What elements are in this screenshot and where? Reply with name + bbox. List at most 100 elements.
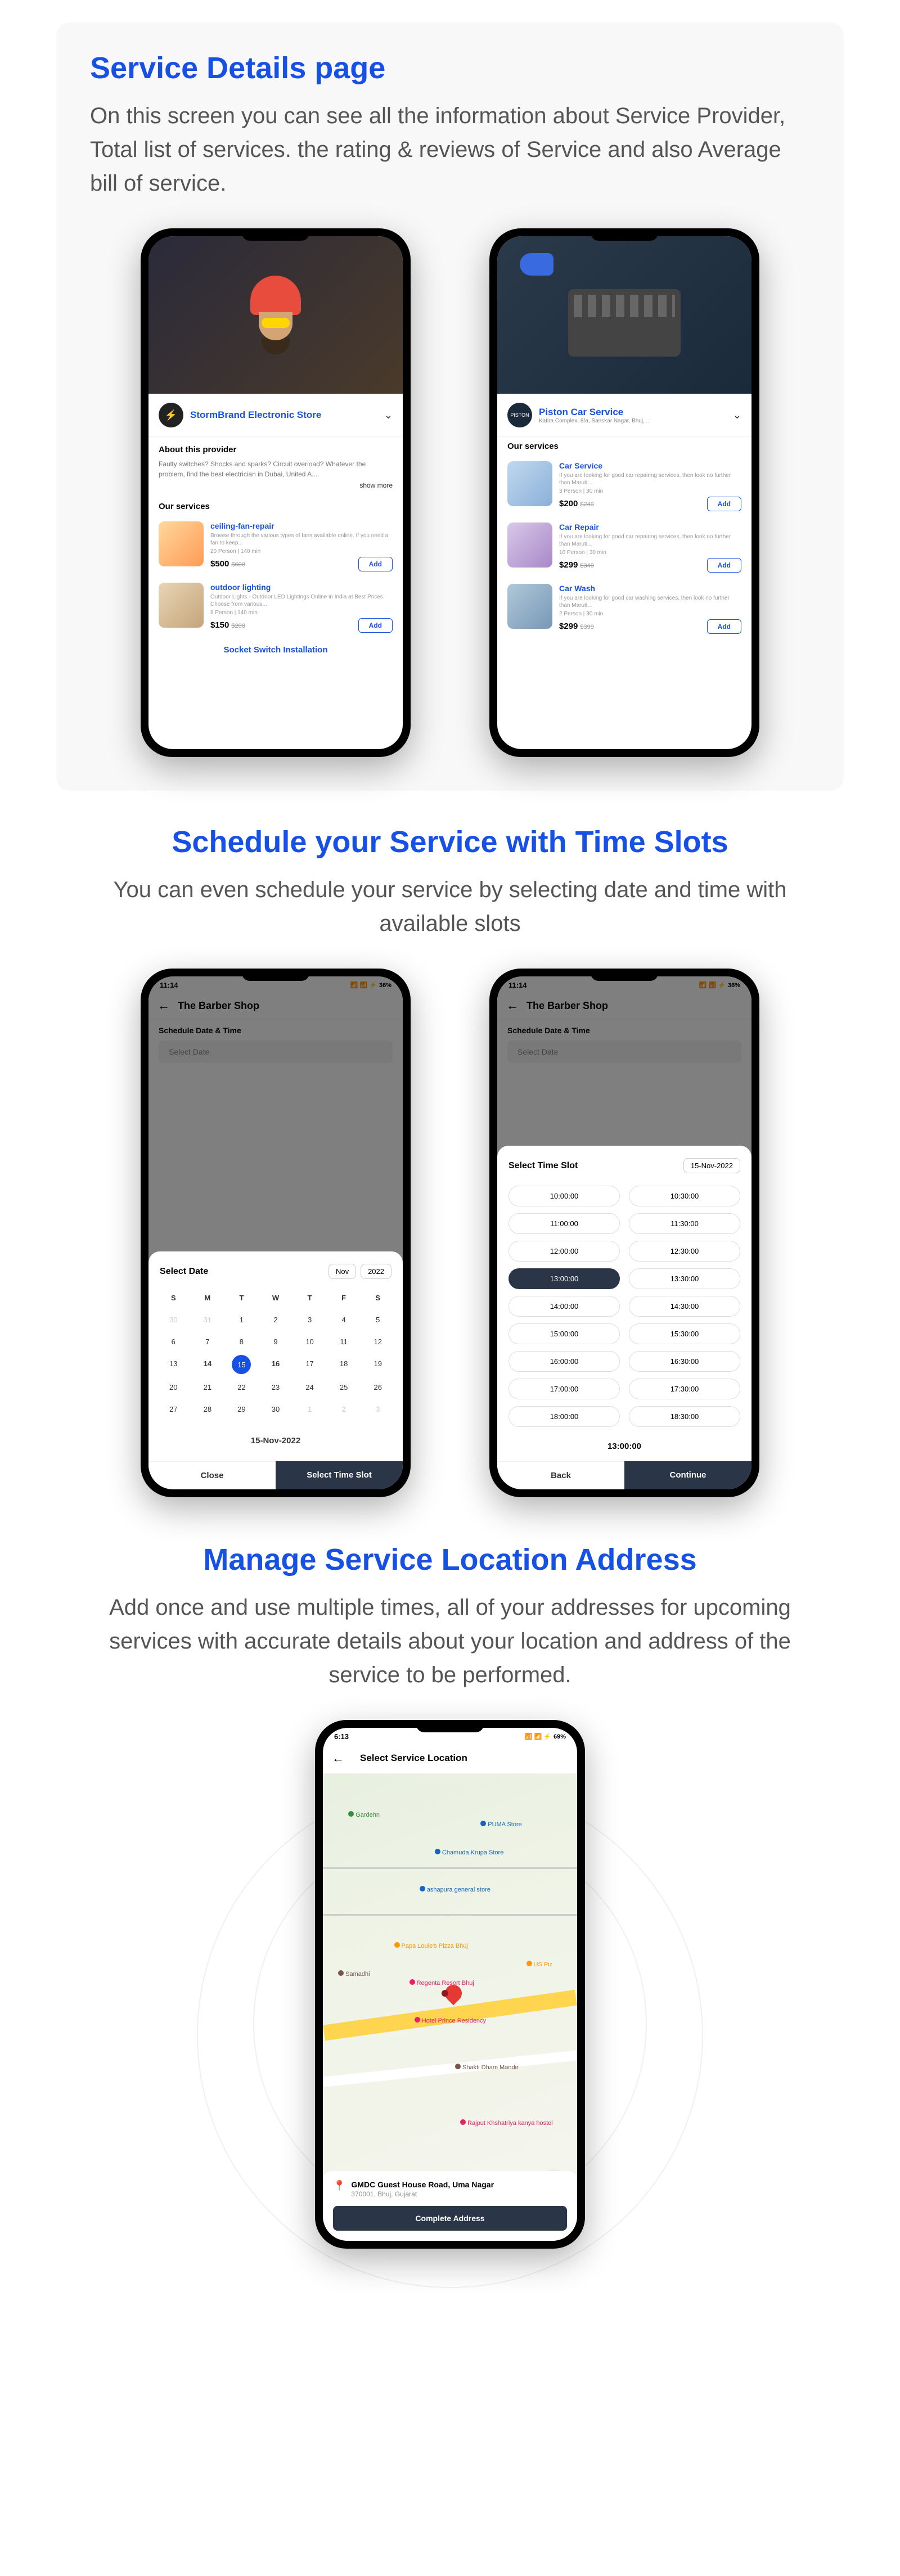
selected-time-display: 13:00:00 (497, 1431, 752, 1461)
chevron-down-icon[interactable]: ⌄ (384, 409, 393, 421)
service-card[interactable]: Car Service If you are looking for good … (497, 456, 752, 517)
year-selector[interactable]: 2022 (361, 1264, 392, 1279)
time-slot-option[interactable]: 17:30:00 (629, 1379, 740, 1399)
map-poi-label[interactable]: Hotel Prince Residency (415, 2017, 486, 2024)
time-slot-option[interactable]: 10:00:00 (508, 1186, 620, 1206)
calendar-day-cell[interactable]: 18 (327, 1353, 361, 1376)
time-slot-option[interactable]: 12:30:00 (629, 1241, 740, 1262)
time-slot-option[interactable]: 14:30:00 (629, 1296, 740, 1317)
calendar-day-cell[interactable]: 16 (259, 1353, 293, 1376)
phone-service-details-1: ⚡ StormBrand Electronic Store ⌄ About th… (141, 228, 411, 757)
time-slot-option[interactable]: 15:30:00 (629, 1323, 740, 1344)
calendar-day-cell[interactable]: 5 (361, 1309, 395, 1331)
calendar-day-cell[interactable]: 2 (327, 1398, 361, 1420)
date-chip[interactable]: 15-Nov-2022 (683, 1158, 740, 1173)
calendar-day-cell[interactable]: 23 (259, 1376, 293, 1398)
calendar-day-cell[interactable]: 6 (156, 1331, 191, 1353)
map-poi-label[interactable]: Shakti Dham Mandir (455, 2064, 519, 2071)
calendar-day-cell[interactable]: 10 (292, 1331, 327, 1353)
complete-address-button[interactable]: Complete Address (333, 2206, 567, 2231)
map-canvas[interactable]: PUMA Store Chamuda Krupa Store ashapura … (323, 1774, 577, 2241)
calendar-day-cell[interactable]: 14 (191, 1353, 225, 1376)
time-slot-option[interactable]: 12:00:00 (508, 1241, 620, 1262)
time-slot-option[interactable]: 11:30:00 (629, 1213, 740, 1234)
select-time-slot-button[interactable]: Select Time Slot (276, 1461, 403, 1489)
time-slot-option[interactable]: 15:00:00 (508, 1323, 620, 1344)
calendar-day-cell[interactable]: 9 (259, 1331, 293, 1353)
weekday-label: F (327, 1290, 361, 1305)
time-slot-option[interactable]: 18:30:00 (629, 1406, 740, 1427)
time-slot-grid: 10:00:00 10:30:00 11:00:00 11:30:00 12:00:00… (497, 1181, 752, 1431)
month-selector[interactable]: Nov (328, 1264, 356, 1279)
time-slot-option[interactable]: 11:00:00 (508, 1213, 620, 1234)
calendar-day-cell[interactable]: 30 (259, 1398, 293, 1420)
calendar-day-cell[interactable]: 20 (156, 1376, 191, 1398)
calendar-day-cell[interactable]: 31 (191, 1309, 225, 1331)
back-arrow-icon[interactable]: ← (332, 1751, 344, 1766)
calendar-day-cell[interactable]: 15 (232, 1355, 251, 1374)
service-card[interactable]: outdoor lighting Outdoor Lights - Outdoo… (148, 577, 403, 638)
calendar-day-cell[interactable]: 1 (224, 1309, 259, 1331)
add-button[interactable]: Add (707, 497, 741, 511)
calendar-day-cell[interactable]: 19 (361, 1353, 395, 1376)
service-thumbnail (159, 521, 204, 566)
service-card[interactable]: Car Wash If you are looking for good car… (497, 578, 752, 640)
calendar-day-cell[interactable]: 29 (224, 1398, 259, 1420)
add-button[interactable]: Add (707, 619, 741, 634)
calendar-day-cell[interactable]: 27 (156, 1398, 191, 1420)
calendar-day-cell[interactable]: 4 (327, 1309, 361, 1331)
map-poi-label[interactable]: Papa Louie's Pizza Bhuj (394, 1942, 468, 1949)
calendar-day-cell[interactable]: 21 (191, 1376, 225, 1398)
calendar-day-cell[interactable]: 26 (361, 1376, 395, 1398)
chevron-down-icon[interactable]: ⌄ (733, 409, 741, 421)
calendar-day-cell[interactable]: 24 (292, 1376, 327, 1398)
map-poi-label[interactable]: Chamuda Krupa Store (435, 1849, 503, 1856)
calendar-day-cell[interactable]: 7 (191, 1331, 225, 1353)
time-slot-option[interactable]: 16:00:00 (508, 1351, 620, 1372)
map-header: ← Select Service Location (323, 1743, 577, 1774)
add-button[interactable]: Add (358, 618, 393, 633)
add-button[interactable]: Add (707, 558, 741, 573)
close-button[interactable]: Close (148, 1461, 276, 1489)
service-thumbnail (507, 523, 552, 568)
time-slot-option[interactable]: 13:30:00 (629, 1268, 740, 1289)
map-poi-label[interactable]: Samadhi (338, 1970, 370, 1978)
calendar-day-cell[interactable]: 30 (156, 1309, 191, 1331)
service-card[interactable]: Car Repair If you are looking for good c… (497, 517, 752, 578)
map-pin-icon[interactable] (436, 1985, 453, 2007)
map-poi-label[interactable]: ashapura general store (420, 1886, 490, 1893)
provider-header[interactable]: PISTON Piston Car Service Katira Complex… (497, 394, 752, 437)
time-slot-option[interactable]: 17:00:00 (508, 1379, 620, 1399)
calendar-day-cell[interactable]: 13 (156, 1353, 191, 1376)
calendar-day-cell[interactable]: 25 (327, 1376, 361, 1398)
calendar-day-cell[interactable]: 12 (361, 1331, 395, 1353)
time-slot-option[interactable]: 16:30:00 (629, 1351, 740, 1372)
calendar-day-cell[interactable]: 17 (292, 1353, 327, 1376)
provider-header[interactable]: ⚡ StormBrand Electronic Store ⌄ (148, 394, 403, 437)
calendar-day-cell[interactable]: 3 (292, 1309, 327, 1331)
time-slot-option[interactable]: 13:00:00 (508, 1268, 620, 1289)
time-slot-option[interactable]: 18:00:00 (508, 1406, 620, 1427)
calendar-day-cell[interactable]: 11 (327, 1331, 361, 1353)
partial-service-name: Socket Switch Installation (148, 638, 403, 661)
time-slot-option[interactable]: 10:30:00 (629, 1186, 740, 1206)
service-thumbnail (507, 584, 552, 629)
calendar-day-cell[interactable]: 22 (224, 1376, 259, 1398)
service-card[interactable]: ceiling-fan-repair Browse through the va… (148, 516, 403, 577)
map-poi-label[interactable]: Gardehn (348, 1811, 380, 1818)
calendar-day-cell[interactable]: 2 (259, 1309, 293, 1331)
calendar-day-cell[interactable]: 8 (224, 1331, 259, 1353)
calendar-day-cell[interactable]: 1 (292, 1398, 327, 1420)
service-name: Car Service (559, 461, 741, 470)
time-slot-option[interactable]: 14:00:00 (508, 1296, 620, 1317)
map-poi-label[interactable]: Rajput Khshatriya kanya hostel (460, 2119, 553, 2127)
continue-button[interactable]: Continue (624, 1461, 752, 1489)
map-poi-label[interactable]: US Piz (526, 1961, 553, 1968)
section1-desc: On this screen you can see all the infor… (90, 99, 810, 200)
calendar-day-cell[interactable]: 28 (191, 1398, 225, 1420)
add-button[interactable]: Add (358, 557, 393, 571)
map-poi-label[interactable]: PUMA Store (480, 1821, 522, 1828)
calendar-day-cell[interactable]: 3 (361, 1398, 395, 1420)
back-button[interactable]: Back (497, 1461, 624, 1489)
show-more-link[interactable]: show more (159, 481, 393, 489)
